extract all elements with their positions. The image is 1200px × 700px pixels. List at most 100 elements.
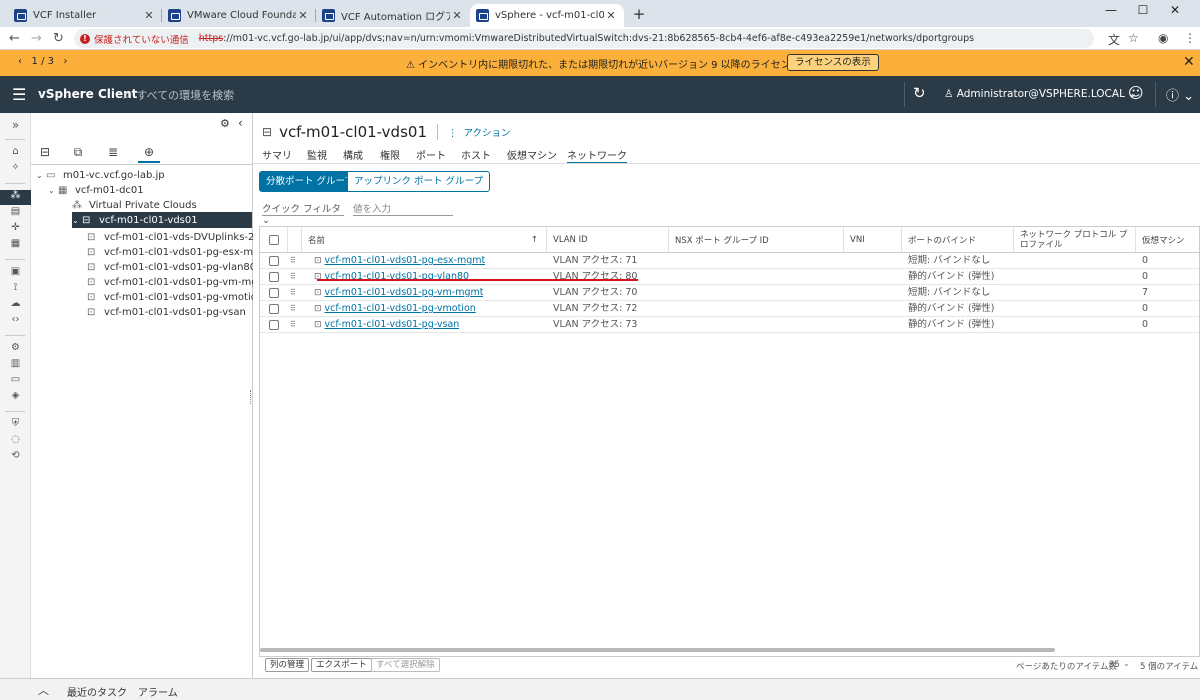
drag-handle-icon[interactable]: ⠿ <box>290 272 296 281</box>
clear-selection-button[interactable]: すべて選択解除 <box>371 658 440 672</box>
security-icon[interactable]: ⛨ <box>0 418 31 433</box>
select-all-checkbox[interactable] <box>268 234 279 245</box>
new-tab-button[interactable]: + <box>628 5 650 23</box>
close-tab-icon[interactable]: ✕ <box>604 9 618 22</box>
tab-hosts[interactable]: ホスト <box>461 147 491 164</box>
tree-node-portgroup[interactable]: ⊡ vcf-m01-cl01-vds01-pg-vmotion <box>87 289 263 305</box>
browser-menu-icon[interactable]: ⋮ <box>1184 31 1196 45</box>
forward-icon[interactable]: → <box>31 31 42 46</box>
maximize-icon[interactable]: ☐ <box>1128 3 1158 17</box>
browser-tab-1[interactable]: VCF Installer ✕ <box>8 4 162 27</box>
tab-networks[interactable]: ネットワーク <box>567 147 627 164</box>
tree-node-portgroup[interactable]: ⊡ vcf-m01-cl01-vds01-pg-esx-mgmt <box>87 244 273 260</box>
home-icon[interactable]: ⌂ <box>0 146 31 161</box>
back-icon[interactable]: ← <box>9 31 20 46</box>
drag-handle-icon[interactable]: ⠿ <box>290 288 296 297</box>
alarms-tab[interactable]: アラーム <box>138 684 178 699</box>
row-checkbox[interactable] <box>269 288 279 298</box>
vms-templates-tab-icon[interactable]: ⧉ <box>67 145 89 163</box>
row-checkbox[interactable] <box>269 256 279 266</box>
tab-monitor[interactable]: 監視 <box>307 147 327 164</box>
global-inventory-icon[interactable]: ▦ <box>0 238 31 253</box>
table-row[interactable]: ⠿ ⊡ vcf-m01-cl01-vds01-pg-esx-mgmt VLAN ア… <box>260 253 1199 269</box>
plugins-icon[interactable]: ⟲ <box>0 450 31 465</box>
close-tab-icon[interactable]: ✕ <box>142 9 156 22</box>
tasks-icon[interactable]: ▥ <box>0 358 31 373</box>
tab-vms[interactable]: 仮想マシン <box>507 147 557 164</box>
manage-columns-button[interactable]: 列の管理 <box>265 658 310 672</box>
row-name[interactable]: ⊡ vcf-m01-cl01-vds01-pg-vm-mgmt <box>314 285 483 301</box>
horizontal-scrollbar[interactable] <box>260 648 1055 652</box>
sort-asc-icon[interactable]: ↑ <box>531 235 538 245</box>
refresh-icon[interactable]: ↻ <box>913 84 926 102</box>
minimize-icon[interactable]: — <box>1096 3 1126 17</box>
close-tab-icon[interactable]: ✕ <box>450 9 464 22</box>
drag-handle-icon[interactable]: ⠿ <box>290 256 296 265</box>
workload-icon[interactable]: ✛ <box>0 222 31 237</box>
browser-tab-3[interactable]: VCF Automation ログアウト✕ <box>316 4 470 27</box>
tree-node-vpc[interactable]: ⁂ Virtual Private Clouds <box>62 197 197 213</box>
policies-icon[interactable]: ▣ <box>0 266 31 281</box>
administration-icon[interactable]: ⚙ <box>0 342 31 357</box>
quick-filter-dropdown[interactable]: クイック フィルタ ⌄ <box>262 201 344 226</box>
profile-icon[interactable]: ◉ <box>1158 31 1168 45</box>
expand-rail-icon[interactable]: » <box>0 118 31 133</box>
actions-menu[interactable]: ⋮ アクション <box>448 125 511 139</box>
browser-tab-2[interactable]: VMware Cloud Foundation Ope✕ <box>162 4 316 27</box>
not-secure-badge[interactable]: ! 保護されていない通信 <box>80 32 189 46</box>
inventory-icon[interactable]: ⁂ <box>0 190 31 205</box>
row-checkbox[interactable] <box>269 320 279 330</box>
cloud-icon[interactable]: ☁ <box>0 298 31 313</box>
url-field[interactable]: ! 保護されていない通信 https://m01-vc.vcf.go-lab.jp… <box>74 29 1094 48</box>
distributed-portgroups-toggle[interactable]: 分散ポート グループ <box>259 171 361 192</box>
tab-configure[interactable]: 構成 <box>343 147 363 164</box>
user-menu[interactable]: ♙ Administrator@VSPHERE.LOCAL ⌄ <box>944 88 1137 100</box>
chevron-down-icon[interactable]: ⌄ <box>1123 659 1130 668</box>
panel-splitter[interactable] <box>250 390 252 404</box>
close-tab-icon[interactable]: ✕ <box>296 9 310 22</box>
table-row[interactable]: ⠿ ⊡ vcf-m01-cl01-vds01-pg-vm-mgmt VLAN アク… <box>260 285 1199 301</box>
vsan-icon[interactable]: ◌ <box>0 434 31 449</box>
developer-icon[interactable]: ‹› <box>0 314 31 329</box>
table-row[interactable]: ⠿ ⊡ vcf-m01-cl01-vds01-pg-vmotion VLAN アク… <box>260 301 1199 317</box>
close-window-icon[interactable]: ✕ <box>1160 3 1190 17</box>
filter-value-input[interactable]: 値を入力 <box>353 201 453 216</box>
close-banner-icon[interactable]: ✕ <box>1183 54 1195 70</box>
table-row[interactable]: ⠿ ⊡ vcf-m01-cl01-vds01-pg-vsan VLAN アクセス:… <box>260 317 1199 333</box>
tab-ports[interactable]: ポート <box>416 147 446 164</box>
reload-icon[interactable]: ↻ <box>53 31 64 46</box>
hosts-clusters-tab-icon[interactable]: ⊟ <box>34 145 56 163</box>
view-licenses-button[interactable]: ライセンスの表示 <box>787 54 879 71</box>
column-header-binding[interactable]: ポートのバインド <box>902 227 1014 252</box>
tree-node-portgroup[interactable]: ⊡ vcf-m01-cl01-vds-DVUplinks-21 <box>87 229 261 245</box>
storage-tab-icon[interactable]: ≣ <box>102 145 124 163</box>
column-header-vms[interactable]: 仮想マシン <box>1136 227 1199 252</box>
row-name[interactable]: ⊡ vcf-m01-cl01-vds01-pg-vlan80 <box>314 269 469 285</box>
column-header-nsx[interactable]: NSX ポート グループ ID <box>669 227 844 252</box>
uplink-portgroups-toggle[interactable]: アップリンク ポート グループ <box>347 171 490 192</box>
feedback-smiley-icon[interactable]: ☺ <box>1128 84 1144 102</box>
tab-permissions[interactable]: 権限 <box>380 147 400 164</box>
global-search[interactable]: ⌕ すべての環境を検索 <box>123 87 234 103</box>
export-button[interactable]: エクスポート <box>311 658 372 672</box>
bookmark-star-icon[interactable]: ☆ <box>1128 31 1139 45</box>
column-header-name[interactable]: 名前 ↑ <box>302 227 547 252</box>
row-name[interactable]: ⊡ vcf-m01-cl01-vds01-pg-vmotion <box>314 301 476 317</box>
settings-gear-icon[interactable]: ⚙ <box>220 117 230 130</box>
tags-icon[interactable]: ◈ <box>0 390 31 405</box>
row-checkbox[interactable] <box>269 272 279 282</box>
tree-node-portgroup[interactable]: ⊡ vcf-m01-cl01-vds01-pg-vsan <box>87 304 246 320</box>
row-name[interactable]: ⊡ vcf-m01-cl01-vds01-pg-vsan <box>314 317 459 333</box>
hamburger-menu-icon[interactable]: ☰ <box>12 85 26 104</box>
tree-node-portgroup[interactable]: ⊡ vcf-m01-cl01-vds01-pg-vm-mgmt <box>87 274 271 290</box>
tree-node-datacenter[interactable]: ⌄ ▦ vcf-m01-dc01 <box>48 182 144 198</box>
row-name[interactable]: ⊡ vcf-m01-cl01-vds01-pg-esx-mgmt <box>314 253 485 269</box>
row-checkbox[interactable] <box>269 304 279 314</box>
recent-tasks-tab[interactable]: 最近のタスク <box>67 684 127 699</box>
column-header-vlan[interactable]: VLAN ID <box>547 227 669 252</box>
column-header-protocol-profile[interactable]: ネットワーク プロトコル プロファイル <box>1014 227 1136 252</box>
column-header-vni[interactable]: VNI <box>844 227 902 252</box>
shortcuts-icon[interactable]: ✧ <box>0 162 31 177</box>
collapse-panel-icon[interactable]: ‹ <box>238 116 243 130</box>
drag-handle-icon[interactable]: ⠿ <box>290 304 296 313</box>
